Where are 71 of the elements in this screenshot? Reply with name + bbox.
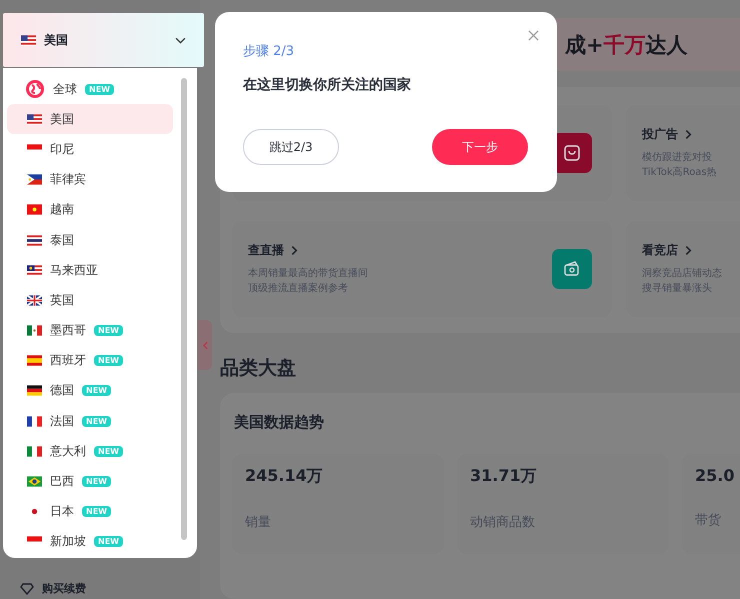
- stat-value: 245.14万: [245, 466, 324, 488]
- card-description: 顶级推流直播案例参考: [248, 282, 349, 296]
- flag-icon: [27, 416, 42, 427]
- country-option[interactable]: 泰国: [7, 224, 173, 256]
- country-option[interactable]: 墨西哥 NEW: [7, 316, 173, 346]
- stat-label: 销量: [245, 514, 272, 532]
- card-title: 投广告: [642, 126, 678, 144]
- country-option[interactable]: 意大利 NEW: [7, 436, 173, 466]
- card-description: TikTok高Roas热: [642, 166, 718, 180]
- country-option[interactable]: 印尼: [7, 134, 173, 165]
- flag-icon: [27, 446, 42, 457]
- stat-label: 动销商品数: [470, 514, 536, 532]
- new-badge: NEW: [94, 325, 123, 336]
- step-label: 步骤 2/3: [243, 43, 296, 60]
- new-badge: NEW: [82, 416, 111, 427]
- stat-value: 31.71万: [470, 466, 538, 488]
- card-description: 洞察竞品店铺动态: [642, 266, 723, 282]
- card-description: 模仿跟进竞对投: [642, 150, 713, 166]
- new-badge: NEW: [82, 476, 111, 488]
- country-option[interactable]: 马来西亚: [7, 255, 173, 286]
- country-option[interactable]: 英国: [7, 285, 173, 316]
- globe-icon: [25, 79, 45, 100]
- flag-icon: [27, 264, 42, 276]
- section-heading: 品类大盘: [220, 356, 297, 382]
- chevron-right-icon: [291, 245, 298, 256]
- new-badge: NEW: [85, 84, 114, 95]
- chevron-right-icon: [685, 129, 692, 140]
- scrollbar[interactable]: [181, 78, 187, 540]
- new-badge: NEW: [82, 506, 111, 518]
- renew-link[interactable]: 购买续费: [42, 581, 86, 596]
- panel-title: 美国数据趋势: [234, 413, 325, 432]
- diamond-icon: [20, 582, 34, 594]
- card-title: 看竞店: [642, 242, 678, 260]
- country-option[interactable]: 法国 NEW: [7, 406, 173, 436]
- chevron-down-icon: [175, 36, 186, 44]
- country-option[interactable]: 西班牙 NEW: [7, 346, 173, 376]
- stat-label: 带货: [695, 512, 722, 530]
- card-description: 本周销量最高的带货直播间: [248, 266, 369, 282]
- card-description: 搜寻销量暴涨头: [642, 282, 713, 296]
- flag-icon: [27, 174, 42, 186]
- country-option[interactable]: 全球 NEW: [7, 74, 173, 104]
- country-option[interactable]: 新加坡 NEW: [7, 526, 173, 557]
- collapse-handle[interactable]: [198, 320, 212, 370]
- country-option[interactable]: 巴西 NEW: [7, 466, 173, 497]
- country-option[interactable]: 越南: [7, 194, 173, 225]
- flag-icon: [27, 325, 42, 336]
- flag-icon: [27, 385, 42, 396]
- flag-icon: [27, 204, 42, 216]
- flag-icon: [21, 34, 36, 46]
- new-badge: NEW: [82, 385, 111, 396]
- stat-value: 25.0: [695, 466, 736, 486]
- flag-icon: [27, 114, 42, 125]
- skip-button[interactable]: 跳过2/3: [243, 129, 339, 165]
- flag-icon: [27, 234, 42, 246]
- close-icon[interactable]: [528, 30, 539, 41]
- country-selector[interactable]: 美国: [3, 13, 204, 67]
- next-button[interactable]: 下一步: [432, 129, 528, 165]
- flag-icon: [27, 294, 42, 306]
- country-option[interactable]: 日本 NEW: [7, 496, 173, 527]
- new-badge: NEW: [94, 355, 123, 366]
- country-option[interactable]: 德国 NEW: [7, 376, 173, 406]
- country-option[interactable]: 美国: [7, 104, 173, 134]
- country-option[interactable]: 菲律宾: [7, 164, 173, 195]
- chevron-right-icon: [685, 245, 692, 256]
- new-badge: NEW: [94, 536, 123, 548]
- flag-icon: [27, 476, 42, 488]
- card-title: 查直播: [248, 242, 284, 260]
- guide-message: 在这里切换你所关注的国家: [243, 76, 412, 94]
- banner-text: 成+千万达人: [565, 32, 688, 59]
- flag-icon: [27, 355, 42, 366]
- new-badge: NEW: [94, 446, 123, 457]
